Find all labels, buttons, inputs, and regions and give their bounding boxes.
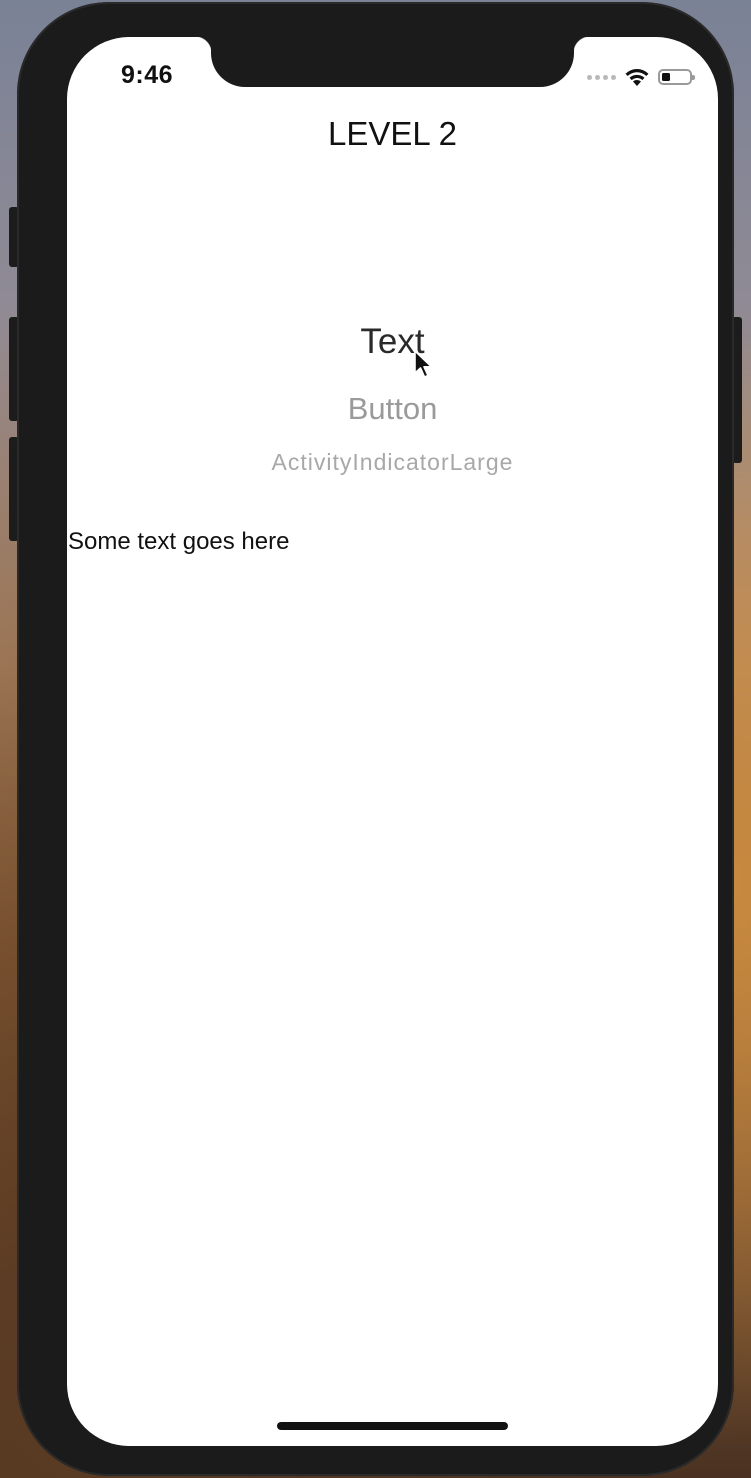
home-indicator[interactable] xyxy=(277,1422,508,1430)
status-time: 9:46 xyxy=(121,61,174,89)
device-frame: 9:46 LEVEL 2 Text Button ActivityIndicat… xyxy=(17,2,734,1476)
body-text: Some text goes here xyxy=(68,528,290,555)
battery-level-fill xyxy=(662,73,670,81)
action-button[interactable]: Button xyxy=(67,391,718,427)
status-indicators xyxy=(587,65,695,89)
screen-title: LEVEL 2 xyxy=(327,115,458,152)
app-screen: 9:46 LEVEL 2 Text Button ActivityIndicat… xyxy=(67,37,718,1446)
activity-indicator-large: ActivityIndicatorLarge xyxy=(271,449,514,475)
text-label: Text xyxy=(360,322,425,361)
wifi-icon xyxy=(625,69,649,86)
battery-icon xyxy=(658,69,695,85)
mouse-pointer-icon xyxy=(414,350,433,378)
device-notch xyxy=(195,37,590,87)
signal-dots-icon xyxy=(587,74,616,80)
